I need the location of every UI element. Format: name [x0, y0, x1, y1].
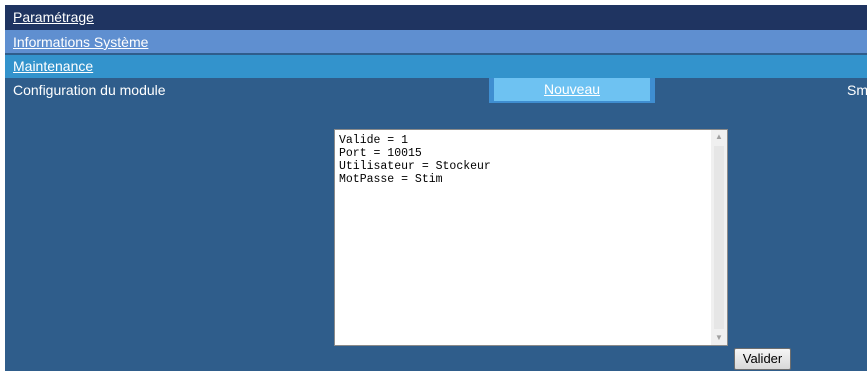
nav-maintenance-row: Maintenance: [5, 55, 867, 78]
scroll-up-arrow-icon[interactable]: ▲: [711, 130, 727, 144]
tab-nouveau-frame: Nouveau: [489, 78, 655, 103]
tab-nouveau[interactable]: Nouveau: [494, 78, 650, 101]
nav-link-informations-systeme[interactable]: Informations Système: [13, 34, 148, 50]
tab-smtp[interactable]: Smtp: [847, 82, 867, 98]
config-textarea-content[interactable]: Valide = 1 Port = 10015 Utilisateur = St…: [339, 134, 491, 186]
nav-informations-systeme-row: Informations Système: [5, 30, 867, 53]
valider-button[interactable]: Valider: [734, 348, 791, 370]
tab-nouveau-link[interactable]: Nouveau: [544, 81, 600, 97]
config-textarea[interactable]: Valide = 1 Port = 10015 Utilisateur = St…: [334, 129, 728, 346]
module-config-row: Configuration du module Nouveau Smtp: [5, 78, 867, 103]
scroll-down-arrow-icon[interactable]: ▼: [711, 331, 727, 345]
nav-parametrage-row: Paramétrage: [5, 5, 867, 30]
page-container: Paramétrage Informations Système Mainten…: [5, 5, 867, 371]
scrollbar-track[interactable]: [714, 146, 724, 329]
textarea-scrollbar[interactable]: ▲ ▼: [711, 130, 727, 345]
nav-link-parametrage[interactable]: Paramétrage: [13, 9, 94, 25]
nav-link-maintenance[interactable]: Maintenance: [13, 58, 93, 74]
module-config-label: Configuration du module: [13, 82, 166, 98]
